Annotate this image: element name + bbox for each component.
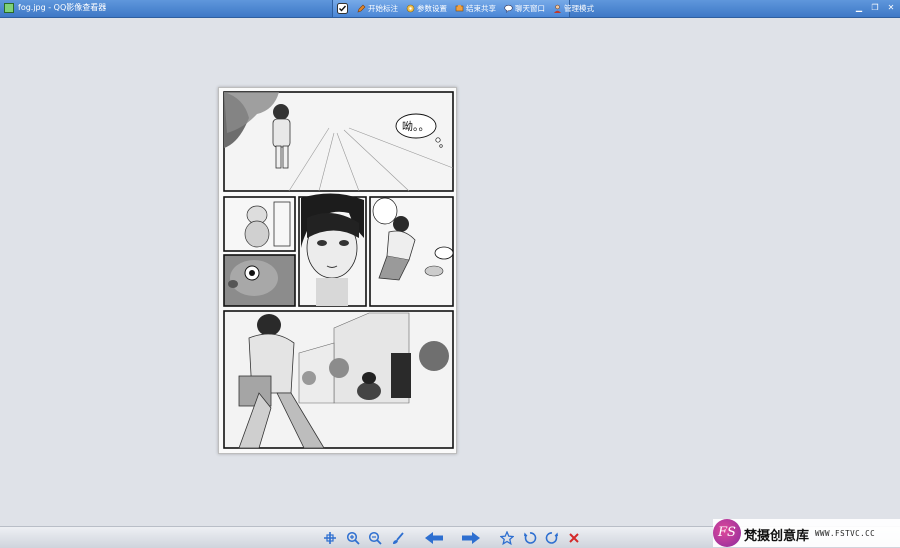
rotate-left-icon[interactable] — [523, 531, 537, 545]
end-share-label: 结束共享 — [466, 4, 496, 13]
window-title: fog.jpg - QQ影像查看器 — [18, 3, 107, 12]
user-icon — [554, 4, 561, 13]
panel-cat — [223, 196, 296, 252]
watermark-text: 梵摄创意库 — [744, 529, 810, 544]
panel-top: 呦。。 — [223, 91, 454, 192]
restore-icon[interactable]: ❐ — [870, 3, 880, 13]
zoom-out-icon[interactable] — [368, 531, 382, 545]
delete-icon[interactable] — [567, 531, 581, 545]
fit-icon[interactable] — [323, 531, 337, 545]
settings-label: 参数设置 — [417, 4, 447, 13]
chat-icon — [504, 4, 513, 13]
manga-page-image: 呦。。 — [219, 88, 456, 453]
settings-button[interactable]: 参数设置 — [406, 3, 447, 14]
panel-bottom — [223, 310, 454, 449]
settings-icon — [406, 4, 415, 13]
share-toolbar: 开始标注 参数设置 结束共享 聊天窗口 管理模式 — [332, 0, 594, 17]
panel-boy-kneeling — [369, 196, 454, 307]
check-icon[interactable] — [337, 3, 348, 14]
close-icon[interactable]: ✕ — [886, 3, 896, 13]
watermark: FS 梵摄创意库 WWW.FSTVC.CC — [713, 519, 900, 547]
watermark-url: WWW.FSTVC.CC — [815, 529, 876, 538]
end-share-button[interactable]: 结束共享 — [455, 3, 496, 14]
manage-mode-button[interactable]: 管理模式 — [553, 3, 594, 14]
zoom-in-icon[interactable] — [346, 531, 360, 545]
chat-window-button[interactable]: 聊天窗口 — [504, 3, 545, 14]
panel-face — [298, 193, 367, 307]
start-annotate-label: 开始标注 — [368, 4, 398, 13]
brush-icon[interactable] — [391, 531, 405, 545]
manage-mode-label: 管理模式 — [564, 4, 594, 13]
speech-bubble-text: 呦。。 — [402, 119, 430, 133]
favorite-icon[interactable] — [500, 531, 514, 545]
chat-window-label: 聊天窗口 — [515, 4, 545, 13]
rotate-right-icon[interactable] — [545, 531, 559, 545]
pencil-icon — [357, 4, 366, 13]
prev-arrow-icon[interactable] — [424, 531, 444, 545]
watermark-logo: FS — [713, 519, 741, 547]
minimize-icon[interactable]: ▁ — [854, 3, 864, 13]
share-icon — [455, 5, 464, 12]
next-arrow-icon[interactable] — [461, 531, 481, 545]
title-bar: fog.jpg - QQ影像查看器 开始标注 参数设置 结束共享 聊天窗口 管理… — [0, 0, 900, 18]
panel-cat-closeup — [223, 254, 296, 307]
app-icon — [4, 3, 14, 13]
image-viewport[interactable]: 呦。。 — [218, 87, 457, 454]
start-annotate-button[interactable]: 开始标注 — [357, 3, 398, 14]
